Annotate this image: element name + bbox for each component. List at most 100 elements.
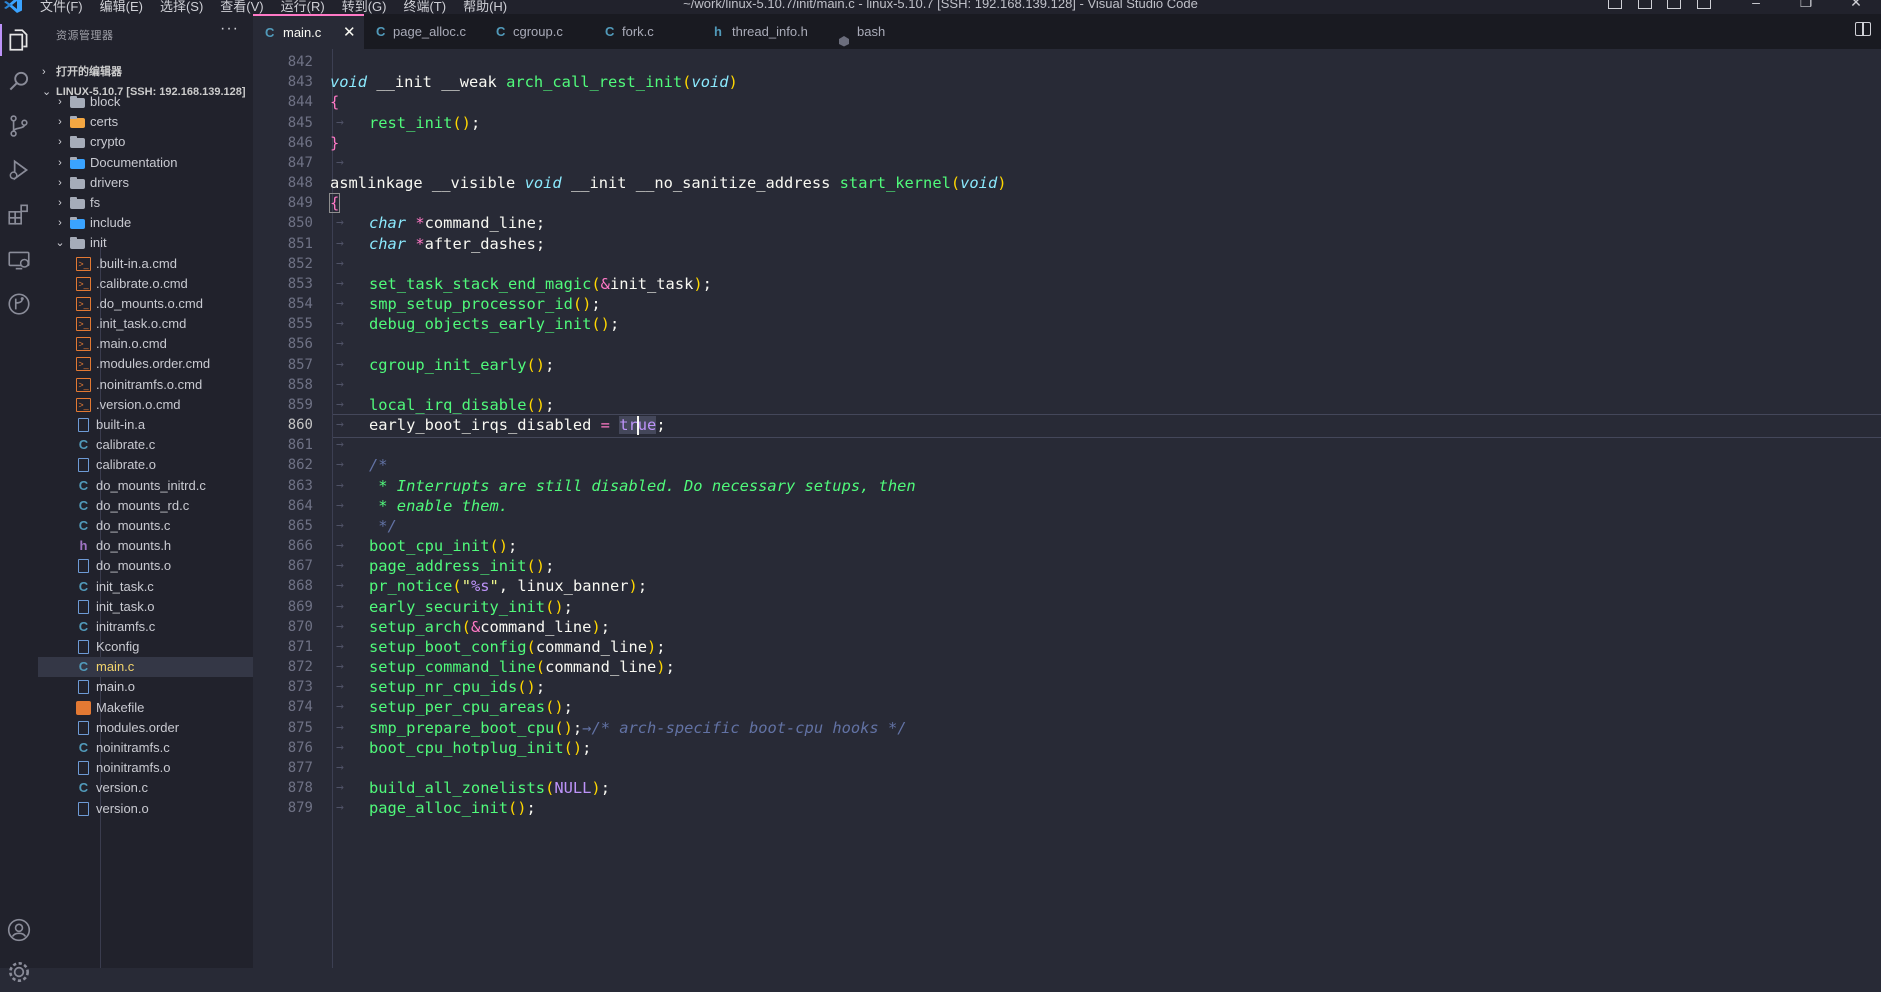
code-line-876[interactable]: boot_cpu_hotplug_init();	[330, 736, 591, 760]
tab-whitespace-marker: →	[336, 114, 344, 130]
source-control-icon[interactable]	[0, 106, 38, 146]
tree-item-label: .do_mounts.o.cmd	[96, 295, 203, 311]
code-line-845[interactable]: rest_init();	[330, 111, 480, 135]
tree-folder-crypto[interactable]: › crypto	[38, 132, 253, 152]
open-editors-section[interactable]: › 打开的编辑器	[38, 62, 253, 82]
c-file-icon: C	[78, 740, 89, 755]
tree-file-noinitramfs-c[interactable]: Cnoinitramfs.c	[38, 738, 253, 758]
tree-item-label: calibrate.o	[96, 457, 156, 473]
code-line-848[interactable]: asmlinkage __visible void __init __no_sa…	[330, 171, 1007, 195]
tree-folder-drivers[interactable]: › drivers	[38, 173, 253, 193]
chevron-right-icon: ›	[42, 66, 46, 78]
minimize-icon[interactable]: –	[1731, 0, 1781, 11]
tree-folder-include[interactable]: › include	[38, 213, 253, 233]
tree-file-init-task-c[interactable]: Cinit_task.c	[38, 577, 253, 597]
menu-help[interactable]: 帮助(H)	[463, 0, 507, 14]
tree-folder-documentation[interactable]: › Documentation	[38, 153, 253, 173]
chevron-right-icon: ›	[58, 116, 62, 129]
tree-folder-block[interactable]: › block	[38, 92, 253, 112]
tree-file-do-mounts-o[interactable]: do_mounts.o	[38, 556, 253, 576]
tree-folder-init[interactable]: ⌄ init	[38, 233, 253, 253]
c-file-icon: C	[78, 780, 89, 796]
menu-selection[interactable]: 选择(S)	[160, 0, 203, 14]
tree-file-noinitramfs-o[interactable]: noinitramfs.o	[38, 758, 253, 778]
tree-file-initramfs-c[interactable]: Cinitramfs.c	[38, 617, 253, 637]
tree-file-init-task-o[interactable]: init_task.o	[38, 597, 253, 617]
tree-file--init-task-o-cmd[interactable]: >_ .init_task.o.cmd	[38, 314, 253, 334]
code-line-857[interactable]: cgroup_init_early();	[330, 353, 554, 377]
run-debug-icon[interactable]	[0, 150, 38, 190]
tree-item-label: init_task.o	[96, 598, 155, 614]
tree-file-calibrate-o[interactable]: calibrate.o	[38, 455, 253, 475]
tab-thread-info-h[interactable]: h thread_info.h	[702, 14, 824, 49]
chevron-right-icon: ›	[58, 196, 62, 209]
tree-file--do-mounts-o-cmd[interactable]: >_ .do_mounts.o.cmd	[38, 294, 253, 314]
tree-file-main-c[interactable]: Cmain.c	[38, 657, 253, 678]
menu-view[interactable]: 查看(V)	[220, 0, 263, 14]
tree-file-main-o[interactable]: main.o	[38, 677, 253, 697]
open-editors-label: 打开的编辑器	[56, 66, 122, 78]
extensions-icon[interactable]	[0, 194, 38, 234]
more-actions-icon[interactable]: ···	[220, 20, 239, 38]
maximize-icon[interactable]: ❐	[1781, 0, 1831, 11]
toggle-sidebar-icon[interactable]	[1608, 0, 1623, 9]
account-icon[interactable]	[0, 910, 38, 950]
code-line-860[interactable]: early_boot_irqs_disabled = true;	[330, 413, 666, 437]
tree-file-do-mounts-initrd-c[interactable]: Cdo_mounts_initrd.c	[38, 476, 253, 496]
code-line-851[interactable]: char *after_dashes;	[330, 232, 545, 256]
tree-file-do-mounts-h[interactable]: h do_mounts.h	[38, 536, 253, 556]
tree-file-version-c[interactable]: Cversion.c	[38, 778, 253, 798]
search-icon[interactable]	[0, 62, 38, 102]
tab-bash[interactable]: bash	[824, 14, 914, 49]
makefile-icon	[76, 700, 91, 715]
explorer-icon[interactable]	[0, 20, 38, 60]
close-window-icon[interactable]: ✕	[1831, 0, 1881, 11]
tree-file--main-o-cmd[interactable]: >_ .main.o.cmd	[38, 334, 253, 354]
menu-run[interactable]: 运行(R)	[281, 0, 325, 14]
tree-folder-fs[interactable]: › fs	[38, 193, 253, 213]
close-icon[interactable]: ✕	[343, 16, 356, 49]
file-icon	[78, 761, 89, 776]
tree-file--version-o-cmd[interactable]: >_ .version.o.cmd	[38, 395, 253, 415]
tree-file-modules-order[interactable]: modules.order	[38, 718, 253, 738]
code-line-879[interactable]: page_alloc_init();	[330, 796, 536, 820]
tab-cgroup-c[interactable]: C cgroup.c	[484, 14, 593, 49]
file-icon	[78, 599, 89, 614]
git-graph-icon[interactable]	[0, 284, 38, 324]
tree-item-label: noinitramfs.o	[96, 760, 171, 776]
line-number: 879	[287, 800, 313, 817]
tree-file--calibrate-o-cmd[interactable]: >_ .calibrate.o.cmd	[38, 274, 253, 294]
tree-file--noinitramfs-o-cmd[interactable]: >_ .noinitramfs.o.cmd	[38, 375, 253, 395]
menu-edit[interactable]: 编辑(E)	[100, 0, 143, 14]
tree-file-built-in-a[interactable]: built-in.a	[38, 415, 253, 435]
code-editor[interactable]: 842 843 844 845 846 847 848 849 850 851 852 853 854 8…	[253, 49, 1881, 968]
tab-fork-c[interactable]: C fork.c	[593, 14, 702, 49]
tree-file-kconfig[interactable]: Kconfig	[38, 637, 253, 657]
split-editor-icon[interactable]	[1855, 22, 1871, 36]
tree-file--built-in-a-cmd[interactable]: >_ .built-in.a.cmd	[38, 254, 253, 274]
tree-file-do-mounts-c[interactable]: Cdo_mounts.c	[38, 516, 253, 536]
file-tree: › block › certs › crypto › Documentation › driver…	[38, 94, 253, 819]
tab-label: cgroup.c	[513, 24, 563, 39]
tree-file--modules-order-cmd[interactable]: >_ .modules.order.cmd	[38, 354, 253, 374]
tab-label: main.c	[283, 25, 322, 40]
tree-folder-certs[interactable]: › certs	[38, 112, 253, 132]
remote-explorer-icon[interactable]	[0, 240, 38, 280]
menu-terminal[interactable]: 终端(T)	[403, 0, 446, 14]
menu-go[interactable]: 转到(G)	[342, 0, 387, 14]
code-line-843[interactable]: void __init __weak arch_call_rest_init(v…	[330, 70, 738, 94]
manage-gear-icon[interactable]	[0, 952, 38, 992]
tab-main-c[interactable]: C main.c ✕	[253, 14, 364, 49]
tab-label: fork.c	[622, 24, 654, 39]
tree-file-do-mounts-rd-c[interactable]: Cdo_mounts_rd.c	[38, 496, 253, 516]
tree-file-version-o[interactable]: version.o	[38, 799, 253, 819]
tree-file-makefile[interactable]: Makefile	[38, 698, 253, 718]
code-line-855[interactable]: debug_objects_early_init();	[330, 312, 619, 336]
toggle-panel-icon[interactable]	[1637, 0, 1652, 9]
tree-file-calibrate-c[interactable]: Ccalibrate.c	[38, 435, 253, 455]
tab-page-alloc-c[interactable]: C page_alloc.c	[364, 14, 484, 49]
chevron-right-icon: ›	[58, 136, 62, 149]
customize-layout-icon[interactable]	[1697, 0, 1711, 9]
toggle-secondary-sidebar-icon[interactable]	[1667, 0, 1682, 9]
menu-file[interactable]: 文件(F)	[40, 0, 83, 14]
